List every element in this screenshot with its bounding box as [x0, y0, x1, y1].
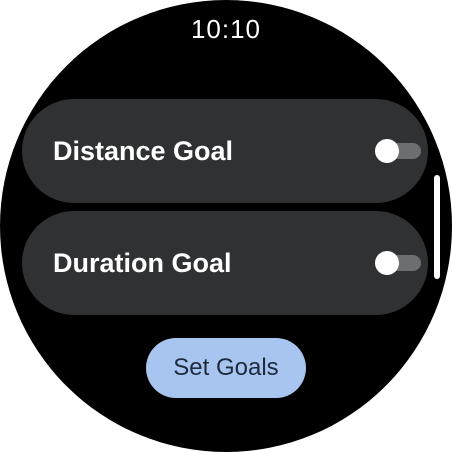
distance-goal-label: Distance Goal [53, 136, 234, 166]
distance-goal-toggle[interactable] [375, 139, 421, 163]
duration-goal-label: Duration Goal [53, 248, 232, 278]
set-goals-button[interactable]: Set Goals [146, 338, 306, 398]
scroll-indicator[interactable] [434, 175, 440, 279]
toggle-thumb [375, 139, 399, 163]
duration-goal-chip[interactable]: Duration Goal [22, 211, 428, 315]
distance-goal-chip[interactable]: Distance Goal [22, 99, 428, 203]
clock-time: 10:10 [190, 14, 262, 44]
toggle-thumb [375, 251, 399, 275]
watch-face: 10:10 Distance Goal Duration Goal Set Go… [0, 0, 452, 452]
duration-goal-toggle[interactable] [375, 251, 421, 275]
